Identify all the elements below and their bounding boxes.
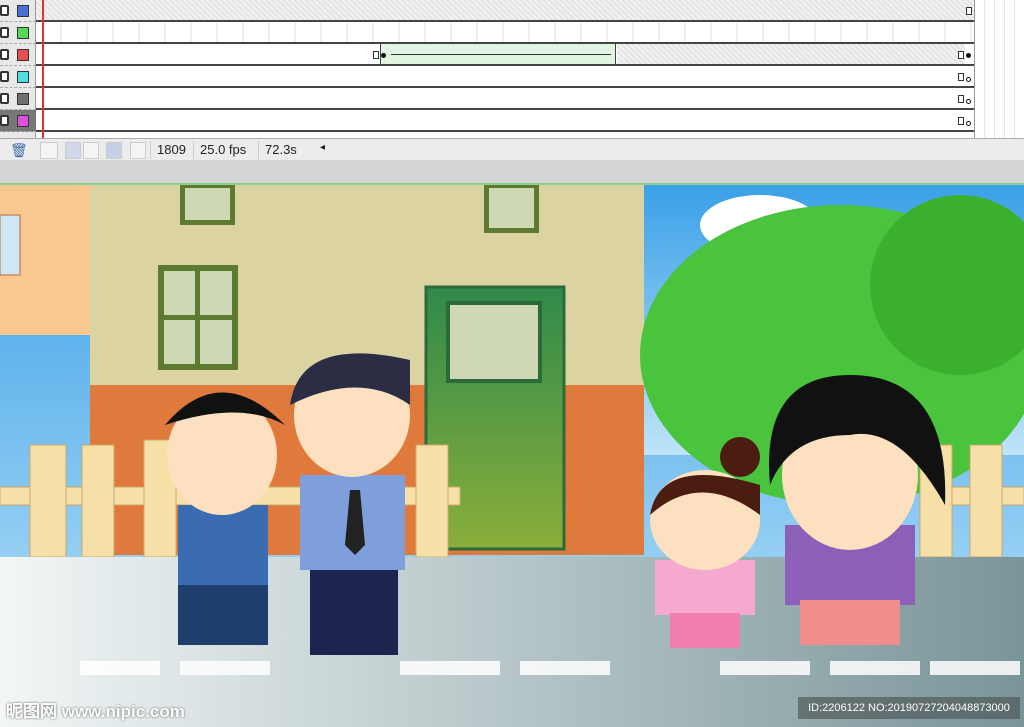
- house-left: [0, 185, 90, 335]
- empty-keyframe[interactable]: [966, 121, 971, 126]
- lock-icon[interactable]: [0, 115, 9, 126]
- edit-multiple-frames-icon[interactable]: [106, 142, 122, 159]
- layer-color-swatch[interactable]: [17, 27, 29, 39]
- frame-row[interactable]: [36, 0, 974, 22]
- lock-icon[interactable]: [0, 27, 9, 38]
- elapsed-time: 72.3s: [258, 141, 313, 159]
- keyframe-dot[interactable]: [966, 53, 971, 58]
- lock-icon[interactable]: [0, 71, 9, 82]
- watermark-logo: 昵图网 www.nipic.com: [6, 702, 185, 721]
- layer-row[interactable]: [0, 66, 36, 88]
- crosswalk: [80, 661, 1020, 675]
- layer-color-swatch[interactable]: [17, 49, 29, 61]
- character-man-suit: [165, 392, 285, 645]
- keyframe[interactable]: [958, 73, 964, 81]
- frame-rate[interactable]: 25.0 fps: [193, 141, 252, 159]
- center-frame-icon[interactable]: [40, 142, 58, 159]
- layer-row[interactable]: [0, 22, 36, 44]
- lock-icon[interactable]: [0, 93, 9, 104]
- trash-icon[interactable]: 🗑: [10, 142, 28, 159]
- watermark-id: ID:2206122 NO:20190727204048873000: [798, 697, 1020, 719]
- frame-row[interactable]: [36, 66, 974, 88]
- lock-icon[interactable]: [0, 5, 9, 16]
- layer-list: [0, 0, 36, 138]
- frame-row[interactable]: [36, 88, 974, 110]
- layer-row[interactable]: [0, 44, 36, 66]
- playhead[interactable]: [42, 0, 44, 160]
- keyframe-dot[interactable]: [381, 53, 386, 58]
- layer-color-swatch[interactable]: [17, 5, 29, 17]
- timeline-panel: [0, 0, 1024, 138]
- modify-onion-markers-icon[interactable]: [130, 142, 146, 159]
- frame-grid[interactable]: [36, 0, 974, 138]
- layer-color-swatch[interactable]: [17, 93, 29, 105]
- scroll-left-icon[interactable]: ◂: [320, 142, 325, 153]
- keyframe[interactable]: [966, 7, 972, 15]
- layer-row-selected[interactable]: [0, 110, 36, 132]
- layer-color-swatch[interactable]: [17, 71, 29, 83]
- frame-grid-overflow: [974, 0, 1024, 138]
- frame-row[interactable]: [36, 110, 974, 132]
- layer-color-swatch[interactable]: [17, 115, 29, 127]
- empty-keyframe[interactable]: [966, 99, 971, 104]
- onion-skin-outlines-icon[interactable]: [83, 142, 99, 159]
- keyframe[interactable]: [958, 95, 964, 103]
- layer-row[interactable]: [0, 88, 36, 110]
- keyframe[interactable]: [958, 117, 964, 125]
- stage-canvas[interactable]: [0, 185, 1024, 727]
- frame-row[interactable]: [36, 44, 974, 66]
- timeline-toolbar: 🗑 1809 25.0 fps 72.3s ◂: [0, 138, 1024, 160]
- layer-row[interactable]: [0, 0, 36, 22]
- current-frame: 1809: [150, 141, 192, 159]
- stage-header: [0, 160, 1024, 185]
- keyframe[interactable]: [958, 51, 964, 59]
- frame-row[interactable]: [36, 22, 974, 44]
- motion-tween[interactable]: [380, 44, 616, 64]
- onion-skin-icon[interactable]: [65, 142, 81, 159]
- lock-icon[interactable]: [0, 49, 9, 60]
- keyframe[interactable]: [373, 51, 379, 59]
- empty-keyframe[interactable]: [966, 77, 971, 82]
